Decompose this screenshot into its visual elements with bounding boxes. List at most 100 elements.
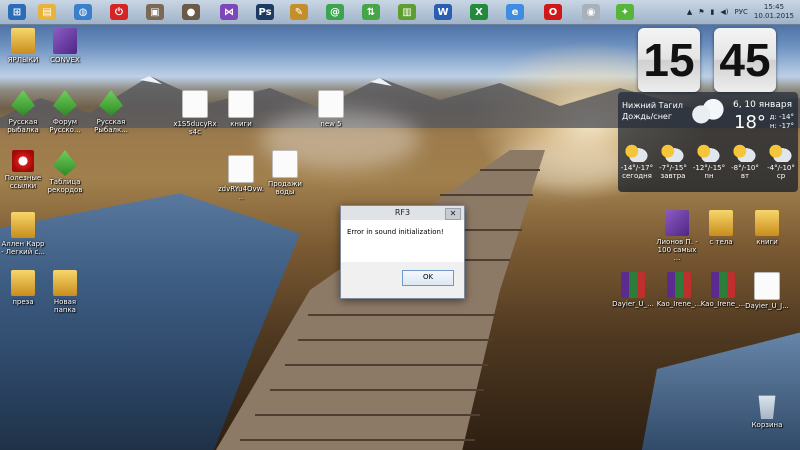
desktop-icon-forum[interactable]: Форум Русско... [42, 90, 88, 134]
error-dialog: RF3 ✕ Error in sound initialization! OK [340, 205, 465, 299]
desktop-icon-label: Корзина [751, 421, 783, 429]
desktop-icon-kao-2[interactable]: Kao_Irene_... [700, 272, 746, 308]
internet-explorer-taskbar-button[interactable]: e [502, 2, 528, 22]
rain-snow-icon [682, 94, 730, 128]
forecast-temp: -7°/-15° [659, 164, 687, 172]
cloud-sun-icon [660, 144, 686, 162]
folder-icon [11, 28, 35, 54]
excel-taskbar-button[interactable]: X [466, 2, 492, 22]
desktop-icon-kao-1[interactable]: Kao_Irene_... [656, 272, 702, 308]
desktop-icon-records[interactable]: Таблица рекордов [42, 150, 88, 194]
disc-taskbar-button[interactable]: ◉ [578, 2, 604, 22]
mail-agent-taskbar-button[interactable]: @ [322, 2, 348, 22]
folder-icon [11, 212, 35, 238]
opera-taskbar-button[interactable]: O [540, 2, 566, 22]
power-taskbar-button[interactable]: ⏻ [106, 2, 132, 22]
camera-taskbar-button[interactable]: ● [178, 2, 204, 22]
desktop-icon-fishing-2[interactable]: Русская Рыбалк... [88, 90, 134, 134]
desktop-icon-label: Kao_Irene_... [656, 300, 702, 308]
desktop-icon-file-1[interactable]: x1S5ducyRxs4c [172, 90, 218, 136]
weather-date: 6, 10 января [732, 100, 792, 110]
desktop-icon-lionov[interactable]: Лионов П. - 100 самых ... [654, 210, 700, 262]
photo-app-taskbar-button[interactable]: ▣ [142, 2, 168, 22]
forecast-day-label: пн [704, 172, 714, 180]
desktop-icon-new-doc[interactable]: new 5 [308, 90, 354, 128]
store-taskbar-button[interactable]: ◍ [70, 2, 96, 22]
dialog-close-button[interactable]: ✕ [445, 208, 461, 220]
winrar-archive-icon [667, 272, 691, 298]
word-icon: W [434, 4, 452, 20]
document-icon [228, 155, 254, 183]
desktop-icon-shortcuts[interactable]: ЯРЛЫКИ [0, 28, 46, 64]
photoshop-taskbar-button[interactable]: Ps [252, 2, 278, 22]
desktop-icon-label: Dayier_U_... [612, 300, 654, 308]
system-tray: ▲ ⚑ ▮ ◀) РУС 15:45 10.01.2015 [687, 0, 794, 24]
desktop-icon-label: new 5 [320, 120, 342, 128]
forecast-day: -4°/-10° ср [764, 144, 798, 180]
taskbar: ⊞ ▤ ◍ ⏻ ▣ ● ⋈ Ps ✎ @ ⇅ ▥ W Xe O ◉ ✦ ▲ ⚑ ▮ ◀) РУС 15:45 1… [0, 0, 800, 25]
dialog-title: RF3 [394, 208, 411, 217]
desktop-icon-preza[interactable]: преза [0, 270, 46, 306]
visual-studio-taskbar-button[interactable]: ⋈ [216, 2, 242, 22]
clock-weather-gadget[interactable]: 15 45 Нижний Тагил Дождь/снег 6, 10 янва… [618, 24, 798, 192]
desktop-icon-recycle-bin[interactable]: Корзина [744, 393, 790, 429]
desktop-icon-label: с тела [709, 238, 733, 246]
dialog-titlebar[interactable]: RF3 ✕ [341, 206, 464, 220]
desktop-icon-image-file[interactable]: zdvRYu4Ovw... [218, 155, 264, 201]
file-explorer-taskbar-button[interactable]: ▤ [34, 2, 60, 22]
desktop-icon-dayier-2[interactable]: Dayier_U_J... [744, 272, 790, 310]
tray-clock[interactable]: 15:45 10.01.2015 [754, 3, 794, 21]
game-icon [53, 150, 77, 176]
folder-icon [709, 210, 733, 236]
visual-studio-icon [665, 210, 689, 236]
desktop-icon-convex[interactable]: CONVEX [42, 28, 88, 64]
forecast-day: -14°/-17° сегодня [620, 144, 654, 180]
store-icon: ◍ [74, 4, 92, 20]
mail-agent-icon: @ [326, 4, 344, 20]
butterfly-icon: ✦ [616, 4, 634, 20]
desktop-icon-fishing[interactable]: Русская рыбалка [0, 90, 46, 134]
desktop-icon-useful-links[interactable]: Полезные ссылки [0, 150, 46, 190]
forecast-day-label: завтра [660, 172, 686, 180]
winrar-archive-icon [621, 272, 645, 298]
weather-condition: Дождь/снег [622, 112, 673, 121]
desktop-icon-dayier-1[interactable]: Dayier_U_... [610, 272, 656, 308]
tray-time: 15:45 [763, 3, 785, 11]
opera-icon: O [544, 4, 562, 20]
desktop-icon-label: Kao_Irene_... [700, 300, 746, 308]
desktop-icon-books-folder[interactable]: книги [744, 210, 790, 246]
tray-flag-icon[interactable]: ⚑ [698, 8, 704, 16]
windows-start-icon: ⊞ [8, 4, 26, 20]
weather-city: Нижний Тагил [622, 101, 683, 110]
desktop-icon-new-folder[interactable]: Новая папка [42, 270, 88, 314]
forecast-temp: -8°/-10° [731, 164, 759, 172]
desktop-icon-allen-carr[interactable]: Аллен Карр - Легкий с... [0, 212, 46, 256]
forecast-day-label: вт [740, 172, 750, 180]
network-taskbar-button[interactable]: ⇅ [358, 2, 384, 22]
windows-start-taskbar-button[interactable]: ⊞ [4, 2, 30, 22]
folder-icon [53, 270, 77, 296]
desktop-icon-from-body[interactable]: с тела [698, 210, 744, 246]
butterfly-taskbar-button[interactable]: ✦ [612, 2, 638, 22]
word-taskbar-button[interactable]: W [430, 2, 456, 22]
visual-studio-icon [53, 28, 77, 54]
desktop-icon-books-doc[interactable]: книги [218, 90, 264, 128]
desktop-icon-text-file[interactable]: Продажи воды [262, 150, 308, 196]
tray-arrow-icon[interactable]: ▲ [687, 8, 692, 16]
winrar-archive-icon [711, 272, 735, 298]
desktop-icon-label: zdvRYu4Ovw... [218, 185, 264, 201]
desktop-icon-label: x1S5ducyRxs4c [173, 120, 217, 136]
photoshop-icon: Ps [256, 4, 274, 20]
forecast-day-label: ср [776, 172, 786, 180]
paint-taskbar-button[interactable]: ✎ [286, 2, 312, 22]
document-icon [228, 90, 254, 118]
tray-language[interactable]: РУС [735, 8, 748, 16]
image-viewer-taskbar-button[interactable]: ▥ [394, 2, 420, 22]
tray-network-icon[interactable]: ▮ [711, 8, 715, 16]
document-icon [754, 272, 780, 300]
dialog-ok-button[interactable]: OK [402, 270, 454, 286]
tray-volume-icon[interactable]: ◀) [720, 8, 728, 16]
visual-studio-icon: ⋈ [220, 4, 238, 20]
cloud-sun-icon [696, 144, 722, 162]
excel-icon: X [470, 4, 488, 20]
